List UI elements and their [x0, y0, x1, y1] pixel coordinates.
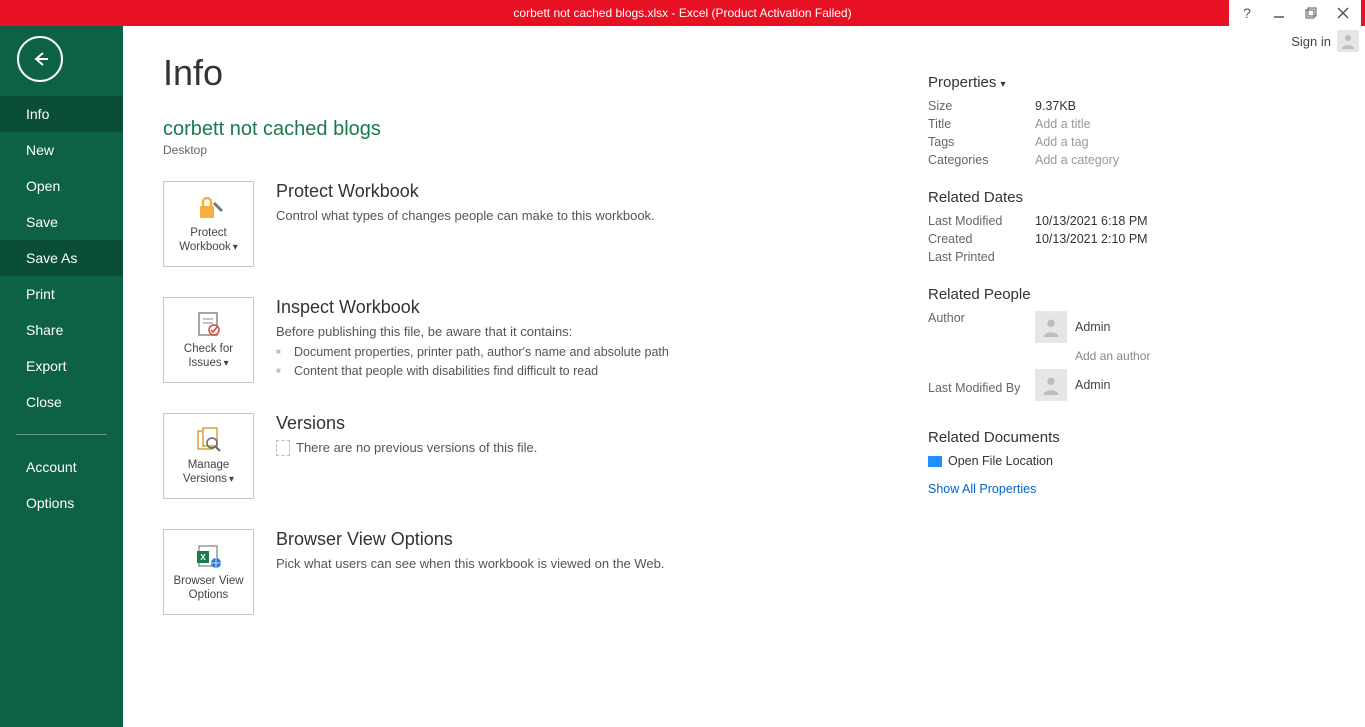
inspect-item: Document properties, printer path, autho… [276, 343, 669, 362]
sidebar-item-save[interactable]: Save [0, 204, 123, 240]
window-title: corbett not cached blogs.xlsx - Excel (P… [0, 0, 1365, 26]
sidebar-item-close[interactable]: Close [0, 384, 123, 420]
show-all-properties-link[interactable]: Show All Properties [928, 482, 1036, 496]
excel-web-icon: X [194, 541, 224, 571]
folder-icon [928, 456, 942, 467]
lastmodby-row[interactable]: Admin [1035, 369, 1110, 401]
sidebar-item-export[interactable]: Export [0, 348, 123, 384]
prop-size: 9.37KB [1035, 99, 1076, 113]
author-row[interactable]: Admin [1035, 311, 1150, 343]
sidebar-divider [16, 434, 107, 435]
prop-created: 10/13/2021 2:10 PM [1035, 232, 1148, 246]
help-icon[interactable]: ? [1231, 0, 1263, 26]
person-avatar-icon [1035, 311, 1067, 343]
protect-workbook-button[interactable]: Protect Workbook▾ [163, 181, 254, 267]
sidebar-item-print[interactable]: Print [0, 276, 123, 312]
sidebar-item-info[interactable]: Info [0, 96, 123, 132]
inspect-desc: Before publishing this file, be aware th… [276, 324, 669, 339]
back-button[interactable] [17, 36, 63, 82]
window-controls: ? [1229, 0, 1361, 26]
restore-icon[interactable] [1295, 0, 1327, 26]
sidebar-item-account[interactable]: Account [0, 449, 123, 485]
browser-desc: Pick what users can see when this workbo… [276, 556, 665, 571]
properties-heading[interactable]: Properties ▾ [928, 74, 1348, 91]
minimize-icon[interactable] [1263, 0, 1295, 26]
backstage-sidebar: Info New Open Save Save As Print Share E… [0, 26, 123, 727]
sidebar-item-options[interactable]: Options [0, 485, 123, 521]
close-icon[interactable] [1327, 0, 1359, 26]
lock-icon [194, 193, 224, 223]
versions-desc: There are no previous versions of this f… [296, 440, 537, 455]
browser-view-options-button[interactable]: X Browser View Options [163, 529, 254, 615]
manage-versions-button[interactable]: Manage Versions▾ [163, 413, 254, 499]
related-documents-heading: Related Documents [928, 429, 1348, 446]
versions-heading: Versions [276, 413, 537, 434]
sidebar-item-open[interactable]: Open [0, 168, 123, 204]
chevron-down-icon: ▾ [224, 358, 229, 369]
check-for-issues-button[interactable]: Check for Issues▾ [163, 297, 254, 383]
person-avatar-icon [1035, 369, 1067, 401]
chevron-down-icon: ▾ [233, 242, 238, 253]
checklist-icon [194, 309, 224, 339]
versions-icon [194, 425, 224, 455]
chevron-down-icon: ▾ [1001, 79, 1006, 90]
svg-text:X: X [200, 553, 206, 562]
protect-heading: Protect Workbook [276, 181, 655, 202]
prop-lastmod: 10/13/2021 6:18 PM [1035, 214, 1148, 228]
related-dates-heading: Related Dates [928, 189, 1348, 206]
titlebar: corbett not cached blogs.xlsx - Excel (P… [0, 0, 1365, 26]
prop-categories-input[interactable]: Add a category [1035, 153, 1119, 167]
sidebar-item-new[interactable]: New [0, 132, 123, 168]
prop-title-input[interactable]: Add a title [1035, 117, 1091, 131]
document-icon [276, 440, 290, 456]
protect-desc: Control what types of changes people can… [276, 208, 655, 223]
properties-panel: Properties ▾ Size9.37KB TitleAdd a title… [928, 74, 1348, 496]
chevron-down-icon: ▾ [229, 474, 234, 485]
inspect-heading: Inspect Workbook [276, 297, 669, 318]
sidebar-item-save-as[interactable]: Save As [0, 240, 123, 276]
add-author-button[interactable]: Add an author [1075, 349, 1150, 363]
browser-heading: Browser View Options [276, 529, 665, 550]
info-page: Info corbett not cached blogs Desktop Pr… [123, 26, 1365, 727]
inspect-item: Content that people with disabilities fi… [276, 362, 669, 381]
related-people-heading: Related People [928, 286, 1348, 303]
open-file-location-button[interactable]: Open File Location [928, 454, 1348, 468]
prop-tags-input[interactable]: Add a tag [1035, 135, 1089, 149]
sidebar-item-share[interactable]: Share [0, 312, 123, 348]
